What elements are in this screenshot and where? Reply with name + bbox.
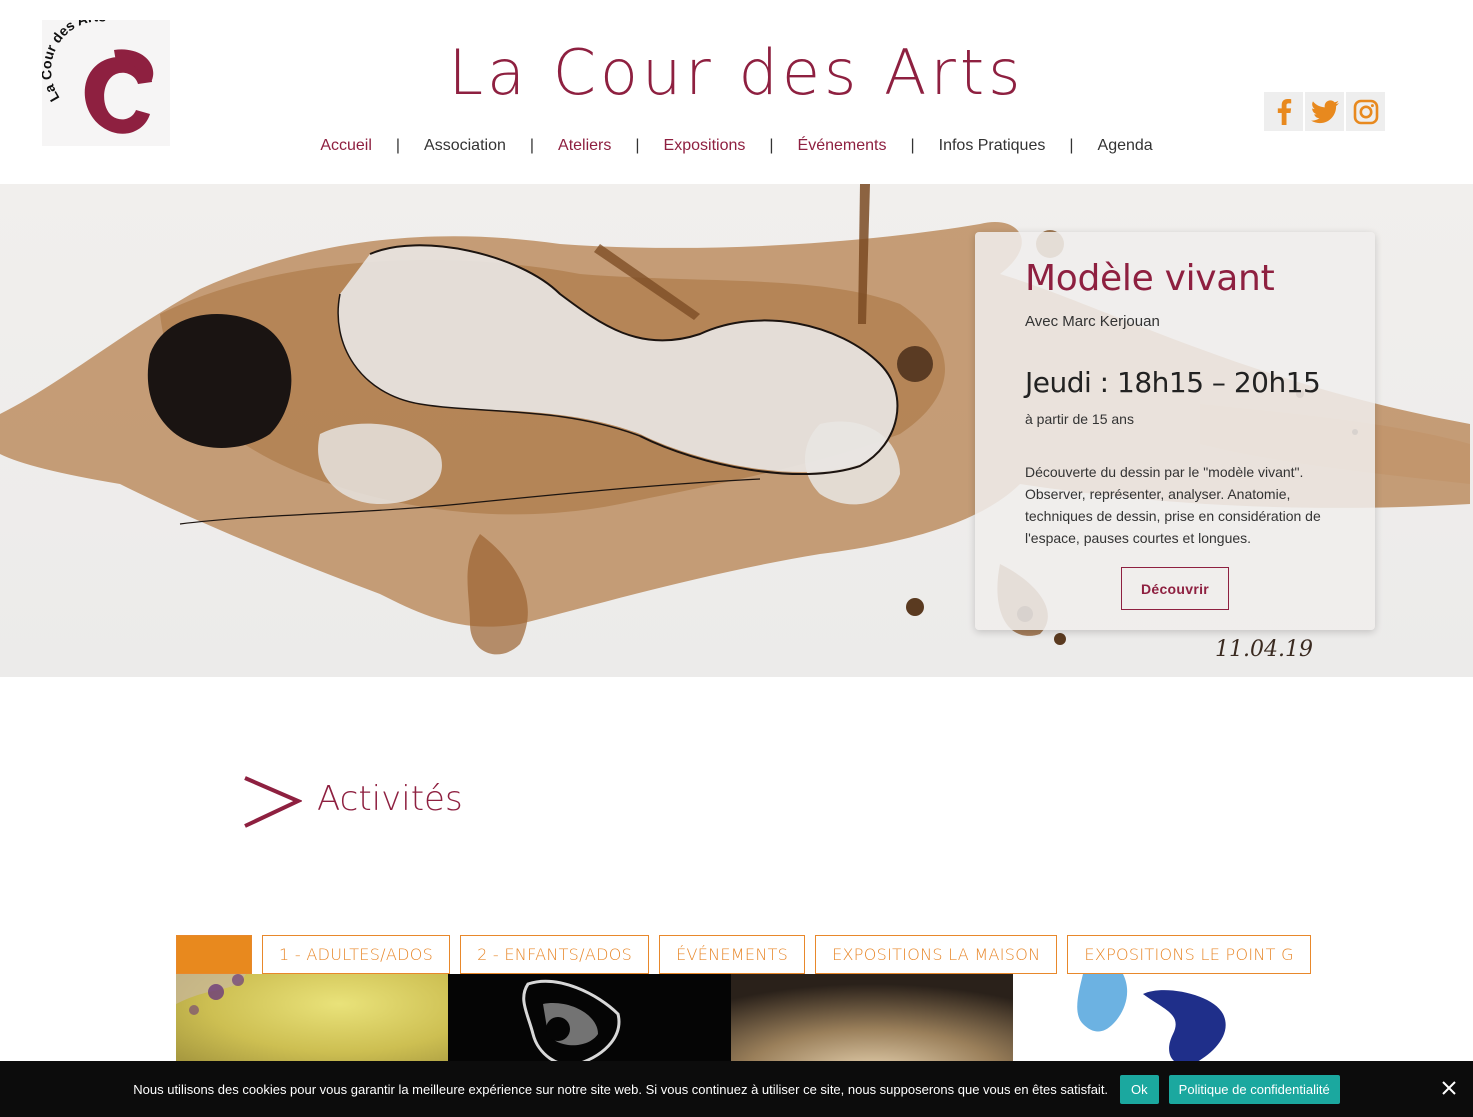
nav-infos-pratiques[interactable]: Infos Pratiques <box>915 137 1070 155</box>
nav-evenements[interactable]: Événements <box>774 137 911 155</box>
nav-association[interactable]: Association <box>400 137 530 155</box>
chevron-right-icon <box>242 775 303 834</box>
privacy-policy-button[interactable]: Politique de confidentialité <box>1168 1074 1340 1104</box>
filter-evenements[interactable]: ÉVÉNEMENTS <box>659 935 806 974</box>
cookie-banner: Nous utilisons des cookies pour vous gar… <box>0 1061 1473 1117</box>
social-links <box>1264 92 1385 131</box>
filter-enfants-ados[interactable]: 2 - ENFANTS/ADOS <box>460 935 650 974</box>
instagram-icon[interactable] <box>1346 92 1385 131</box>
nav-accueil[interactable]: Accueil <box>296 137 396 155</box>
hero-subtitle: Avec Marc Kerjouan <box>1025 313 1160 330</box>
filter-expositions-la-maison[interactable]: EXPOSITIONS LA MAISON <box>815 935 1058 974</box>
main-nav: Accueil | Association | Ateliers | Expos… <box>0 137 1473 155</box>
hero-title: Modèle vivant <box>1025 258 1275 299</box>
filter-adultes-ados[interactable]: 1 - ADULTES/ADOS <box>262 935 451 974</box>
hero-description: Découverte du dessin par le "modèle viva… <box>1025 464 1321 546</box>
activity-gallery <box>176 974 1281 1074</box>
activity-thumbnail[interactable] <box>1013 974 1281 1074</box>
discover-button[interactable]: Découvrir <box>1121 567 1229 610</box>
activity-thumbnail[interactable] <box>731 974 1013 1074</box>
hero-signature: 11.04.19 <box>1215 637 1313 662</box>
cookie-text: Nous utilisons des cookies pour vous gar… <box>133 1081 1109 1097</box>
hero-slider: 11.04.19 Modèle vivant Avec Marc Kerjoua… <box>0 184 1473 677</box>
activity-filters: 1 - ADULTES/ADOS 2 - ENFANTS/ADOS ÉVÉNEM… <box>176 935 1311 974</box>
nav-agenda[interactable]: Agenda <box>1074 137 1177 155</box>
close-icon[interactable] <box>1439 1078 1459 1098</box>
hero-age: à partir de 15 ans <box>1025 411 1134 427</box>
hero-card: Modèle vivant Avec Marc Kerjouan Jeudi :… <box>975 232 1375 630</box>
hero-time: Jeudi : 18h15 – 20h15 <box>1025 366 1321 399</box>
cookie-ok-button[interactable]: Ok <box>1120 1074 1159 1104</box>
nav-ateliers[interactable]: Ateliers <box>534 137 635 155</box>
filter-expositions-le-point-g[interactable]: EXPOSITIONS LE POINT G <box>1067 935 1311 974</box>
nav-expositions[interactable]: Expositions <box>640 137 770 155</box>
activity-thumbnail[interactable] <box>176 974 448 1074</box>
facebook-icon[interactable] <box>1264 92 1303 131</box>
activities-title: Activités <box>317 779 463 819</box>
activity-thumbnail[interactable] <box>448 974 731 1074</box>
twitter-icon[interactable] <box>1305 92 1344 131</box>
site-title[interactable]: La Cour des Arts <box>0 36 1473 109</box>
page: La Cour des Arts La Cour des Arts Accuei… <box>0 0 1473 1117</box>
filter-all[interactable] <box>176 935 252 974</box>
